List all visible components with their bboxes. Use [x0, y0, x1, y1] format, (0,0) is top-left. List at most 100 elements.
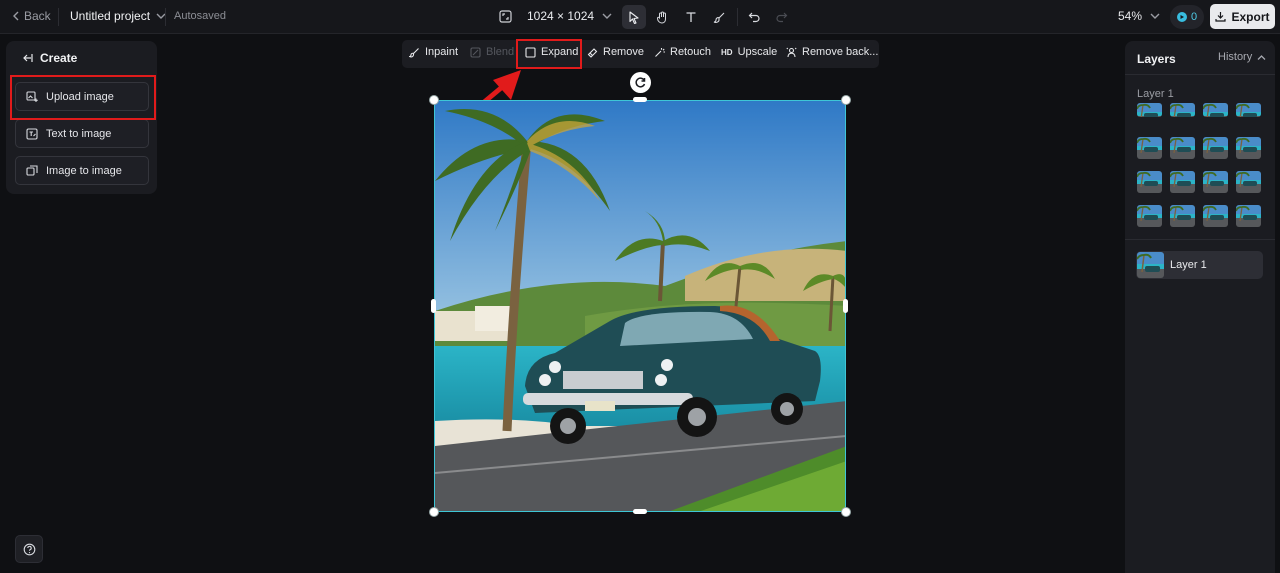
upload-image-button[interactable]: Upload image [15, 82, 149, 111]
expand-label: Expand [541, 46, 579, 58]
layer-variant-thumbnail[interactable] [1170, 137, 1195, 159]
layer-variant-thumbnail[interactable] [1203, 103, 1228, 117]
resize-handle-top-left[interactable] [429, 95, 439, 105]
tab-history-label: History [1218, 51, 1253, 63]
text-tool[interactable] [679, 5, 703, 29]
tab-history[interactable]: History [1218, 51, 1266, 63]
autosaved-status: Autosaved [174, 10, 226, 22]
car-beach-image [435, 101, 845, 511]
divider [165, 8, 166, 26]
resize-handle-right[interactable] [843, 299, 848, 313]
blend-label: Blend [486, 46, 515, 58]
remove-background-button[interactable]: Remove back... [786, 46, 878, 58]
redo-icon [775, 12, 787, 23]
resize-handle-bottom[interactable] [633, 509, 647, 514]
text-to-image-icon [26, 127, 38, 140]
top-bar: Back Untitled project Autosaved 1024 × 1… [0, 0, 1280, 34]
layer-variant-thumbnail[interactable] [1203, 171, 1228, 193]
remove-background-label: Remove back... [802, 46, 879, 58]
layer-variant-thumbnail[interactable] [1170, 171, 1195, 193]
layer-variant-thumbnail[interactable] [1236, 137, 1261, 159]
upload-image-label: Upload image [46, 90, 114, 103]
retouch-button[interactable]: Retouch [654, 46, 711, 58]
layer-group-label: Layer 1 [1137, 88, 1174, 100]
collapse-left-icon [23, 54, 33, 62]
remove-button[interactable]: Remove [587, 46, 644, 58]
inpaint-label: Inpaint [425, 46, 459, 58]
layer-variant-thumbnail[interactable] [1203, 205, 1228, 227]
remove-label: Remove [603, 46, 644, 58]
layer-name: Layer 1 [1170, 259, 1207, 271]
credits-count: 0 [1190, 11, 1198, 23]
image-to-image-button[interactable]: Image to image [15, 156, 149, 185]
chevron-down-icon [602, 13, 612, 19]
back-button[interactable]: Back [12, 9, 51, 23]
hand-tool[interactable] [650, 5, 674, 29]
create-header-button[interactable]: Create [22, 51, 77, 65]
resize-handle-bottom-left[interactable] [429, 507, 439, 517]
rotate-button[interactable] [630, 72, 651, 93]
tab-layers[interactable]: Layers [1137, 52, 1176, 66]
hd-icon: HD [721, 47, 733, 57]
layer-variant-thumbnail[interactable] [1170, 205, 1195, 227]
blend-button[interactable]: Blend [470, 46, 514, 58]
resize-icon[interactable] [499, 10, 512, 26]
layer-variant-thumbnail[interactable] [1236, 171, 1261, 193]
brush-tool[interactable] [707, 5, 731, 29]
layer-variant-thumbnail[interactable] [1236, 205, 1261, 227]
layers-panel: Layers History Layer 1 Layer 1 [1125, 41, 1275, 573]
credits-badge[interactable]: 0 [1170, 5, 1204, 29]
layer-variant-thumbnail[interactable] [1137, 171, 1162, 193]
expand-button[interactable]: Expand [525, 46, 578, 58]
export-button[interactable]: Export [1210, 4, 1275, 29]
layer-variant-thumbnail[interactable] [1137, 103, 1162, 117]
chevron-down-icon [1150, 13, 1160, 19]
layer-item[interactable]: Layer 1 [1136, 251, 1263, 279]
back-label: Back [24, 9, 51, 23]
divider [1125, 74, 1275, 75]
layer-variant-thumbnail[interactable] [1203, 137, 1228, 159]
text-icon [686, 12, 696, 22]
redo-button[interactable] [769, 5, 793, 29]
resize-handle-bottom-right[interactable] [841, 507, 851, 517]
upload-image-icon [26, 90, 38, 102]
layer-variant-thumbnail[interactable] [1236, 103, 1261, 117]
canvas-image[interactable] [434, 100, 846, 512]
eraser-icon [587, 47, 598, 58]
resize-handle-top-right[interactable] [841, 95, 851, 105]
project-title-dropdown[interactable]: Untitled project [70, 9, 166, 23]
upscale-button[interactable]: HD Upscale [721, 46, 777, 58]
retouch-label: Retouch [670, 46, 711, 58]
help-button[interactable] [15, 535, 43, 563]
select-tool[interactable] [622, 5, 646, 29]
project-title: Untitled project [70, 9, 151, 23]
resize-handle-top[interactable] [633, 97, 647, 102]
create-header-label: Create [40, 51, 78, 65]
brush-icon [713, 12, 724, 23]
text-to-image-label: Text to image [46, 127, 112, 140]
inpaint-button[interactable]: Inpaint [409, 46, 458, 58]
credits-icon [1176, 12, 1187, 22]
blend-icon [470, 46, 481, 58]
canvas-size-dropdown[interactable]: 1024 × 1024 [527, 9, 612, 23]
layer-thumbnail [1137, 252, 1164, 278]
text-to-image-button[interactable]: Text to image [15, 119, 149, 148]
create-panel: Create Upload image Text to image Image … [6, 41, 157, 194]
image-to-image-icon [26, 164, 38, 176]
zoom-value: 54% [1118, 9, 1143, 23]
layer-variant-thumbnail[interactable] [1170, 103, 1195, 117]
divider [737, 8, 738, 26]
chevron-left-icon [13, 11, 19, 21]
inpaint-icon [409, 47, 419, 57]
upscale-label: Upscale [737, 46, 778, 58]
layer-variant-thumbnail[interactable] [1137, 137, 1162, 159]
layer-variant-thumbnail[interactable] [1137, 205, 1162, 227]
zoom-dropdown[interactable]: 54% [1118, 9, 1160, 23]
download-icon [1215, 12, 1227, 22]
divider [1125, 239, 1275, 240]
expand-icon [525, 46, 536, 58]
resize-handle-left[interactable] [431, 299, 436, 313]
undo-button[interactable] [742, 5, 766, 29]
undo-icon [748, 12, 760, 23]
magic-wand-icon [655, 47, 665, 57]
